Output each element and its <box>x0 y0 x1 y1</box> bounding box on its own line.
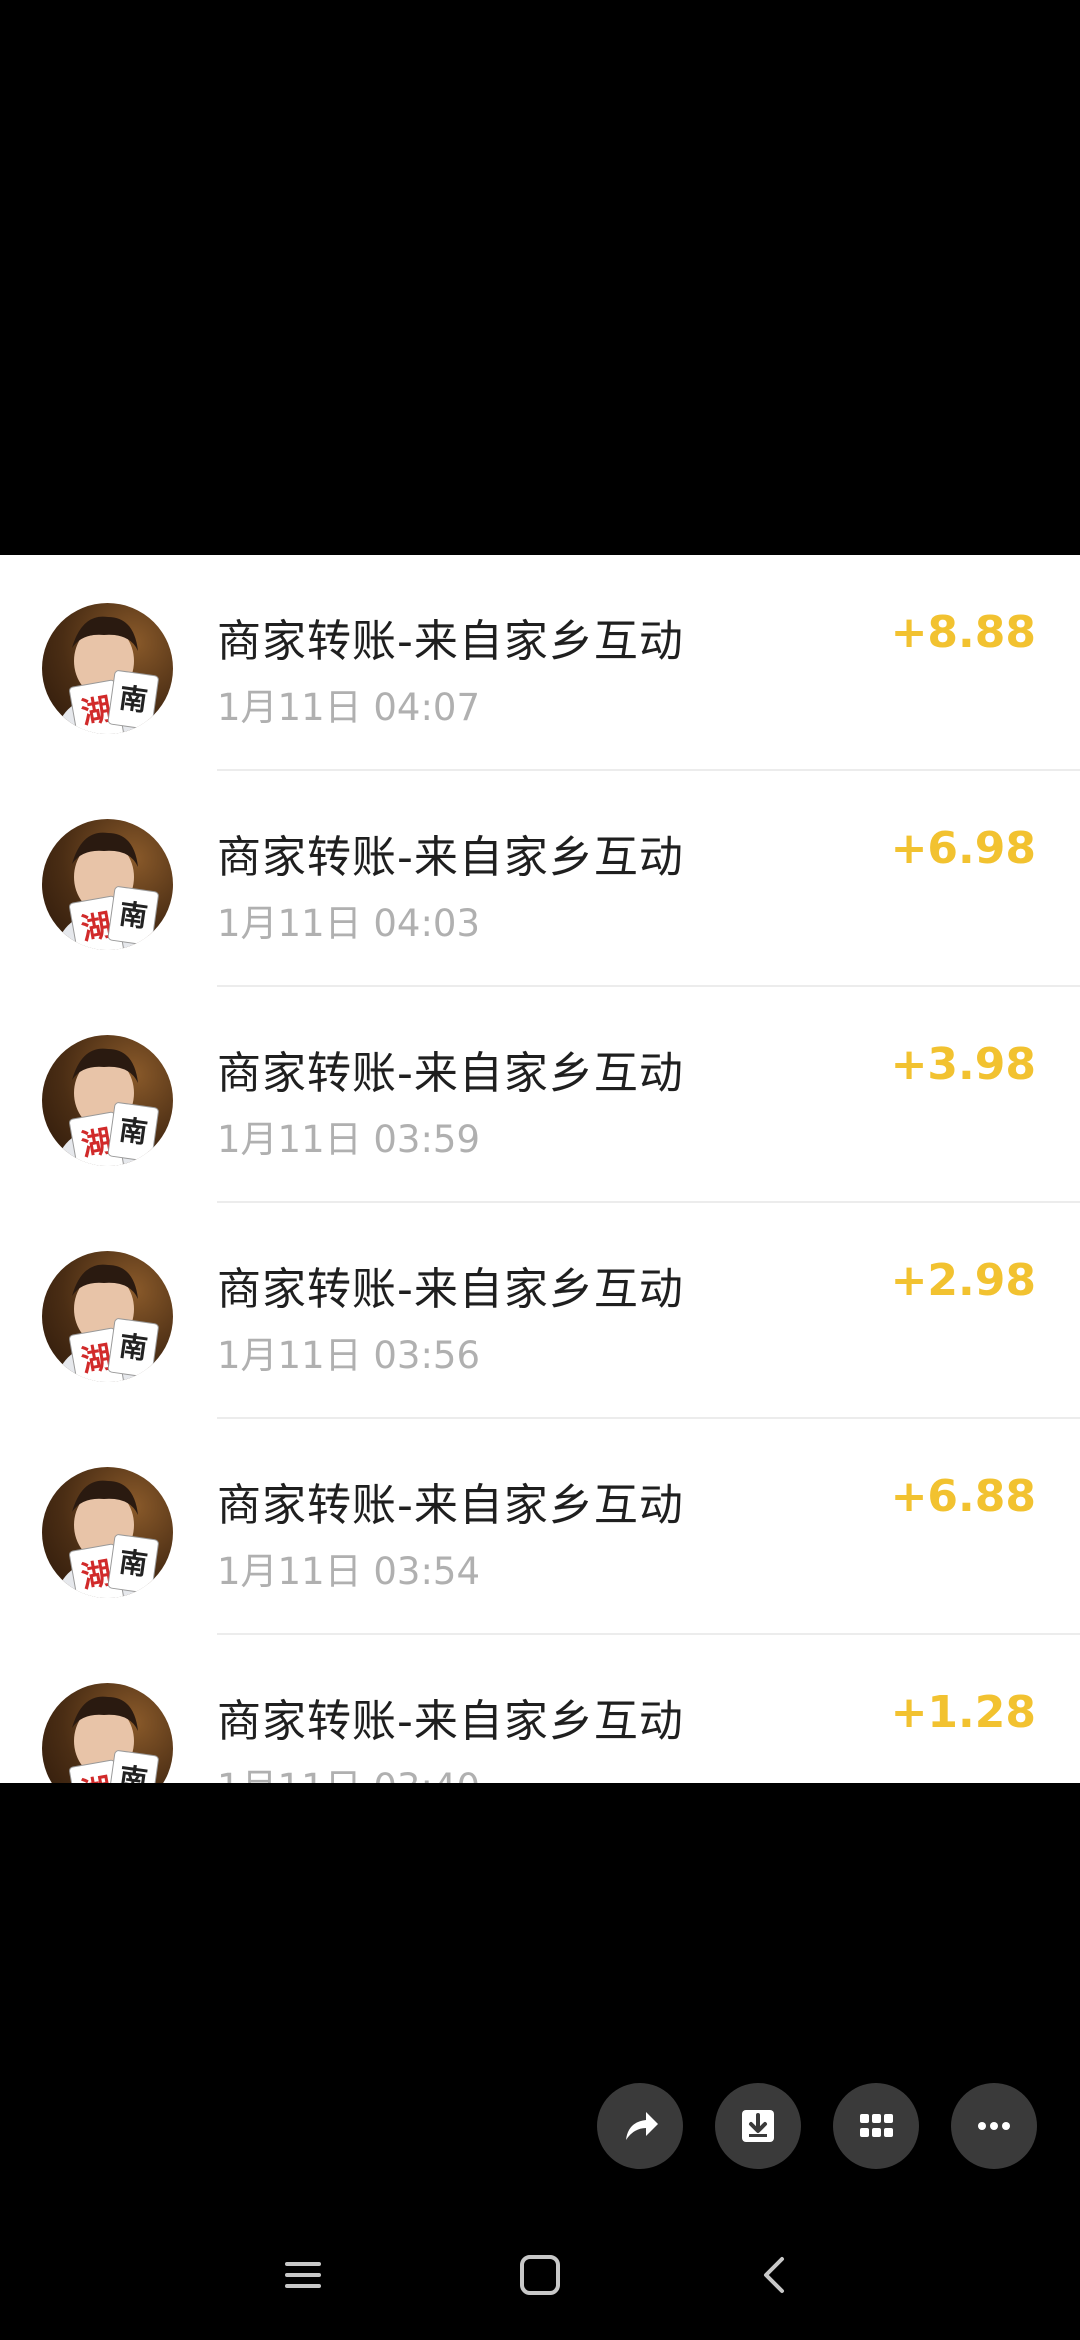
merchant-avatar: 湖 南 <box>42 819 173 950</box>
transaction-title: 商家转账-来自家乡互动 <box>217 1048 684 1099</box>
transaction-amount: +2.98 <box>890 1255 1036 1306</box>
transaction-time: 1月11日 04:07 <box>217 686 481 729</box>
transaction-list-screenshot: 湖 南 商家转账-来自家乡互动 1月11日 04:07 +8.88 湖 南 商家… <box>0 555 1080 1783</box>
download-button[interactable] <box>715 2083 801 2169</box>
more-icon <box>978 2122 1010 2130</box>
system-navigation-bar <box>0 2235 1080 2315</box>
back-button[interactable] <box>736 2235 816 2315</box>
card-text-right: 南 <box>117 1113 149 1150</box>
transaction-amount: +3.98 <box>890 1039 1036 1090</box>
transaction-title: 商家转账-来自家乡互动 <box>217 1264 684 1315</box>
transaction-time: 1月11日 03:54 <box>217 1550 481 1593</box>
transaction-amount: +8.88 <box>890 607 1036 658</box>
recents-button[interactable] <box>263 2235 343 2315</box>
transaction-row[interactable]: 湖 南 商家转账-来自家乡互动 1月11日 03:59 +3.98 <box>0 987 1080 1203</box>
merchant-avatar: 湖 南 <box>42 603 173 734</box>
transaction-row[interactable]: 湖 南 商家转账-来自家乡互动 1月11日 04:07 +8.88 <box>0 555 1080 771</box>
apps-button[interactable] <box>833 2083 919 2169</box>
card-text-right: 南 <box>117 1761 149 1783</box>
transaction-amount: +6.88 <box>890 1471 1036 1522</box>
transaction-amount: +6.98 <box>890 823 1036 874</box>
card-text-right: 南 <box>117 897 149 934</box>
merchant-avatar: 湖 南 <box>42 1467 173 1598</box>
image-viewer: 湖 南 商家转账-来自家乡互动 1月11日 04:07 +8.88 湖 南 商家… <box>0 0 1080 2340</box>
download-icon <box>742 2110 774 2142</box>
back-icon <box>764 2257 784 2293</box>
merchant-avatar: 湖 南 <box>42 1035 173 1166</box>
transaction-amount: +1.28 <box>890 1687 1036 1738</box>
viewer-action-bar <box>0 2083 1080 2169</box>
card-text-right: 南 <box>117 1329 149 1366</box>
transaction-time: 1月11日 03:56 <box>217 1334 481 1377</box>
more-button[interactable] <box>951 2083 1037 2169</box>
share-icon <box>626 2112 658 2140</box>
transaction-title: 商家转账-来自家乡互动 <box>217 1696 684 1747</box>
home-button[interactable] <box>500 2235 580 2315</box>
transaction-row[interactable]: 湖 南 商家转账-来自家乡互动 1月11日 03:54 +6.88 <box>0 1419 1080 1635</box>
transaction-title: 商家转账-来自家乡互动 <box>217 1480 684 1531</box>
transaction-time: 1月11日 03:40 <box>217 1757 480 1783</box>
transaction-row[interactable]: 湖 南 商家转账-来自家乡互动 1月11日 03:40 +1.28 <box>0 1635 1080 1783</box>
transaction-title: 商家转账-来自家乡互动 <box>217 616 684 667</box>
menu-icon <box>285 2262 321 2288</box>
card-text-right: 南 <box>117 681 149 718</box>
share-button[interactable] <box>597 2083 683 2169</box>
merchant-avatar: 湖 南 <box>42 1683 173 1783</box>
transaction-row[interactable]: 湖 南 商家转账-来自家乡互动 1月11日 03:56 +2.98 <box>0 1203 1080 1419</box>
transaction-time: 1月11日 04:03 <box>217 902 481 945</box>
card-text-right: 南 <box>117 1545 149 1582</box>
merchant-avatar: 湖 南 <box>42 1251 173 1382</box>
transaction-title: 商家转账-来自家乡互动 <box>217 832 684 883</box>
transaction-row[interactable]: 湖 南 商家转账-来自家乡互动 1月11日 04:03 +6.98 <box>0 771 1080 987</box>
home-icon <box>520 2255 560 2295</box>
transaction-time: 1月11日 03:59 <box>217 1118 481 1161</box>
apps-grid-icon <box>860 2114 893 2137</box>
